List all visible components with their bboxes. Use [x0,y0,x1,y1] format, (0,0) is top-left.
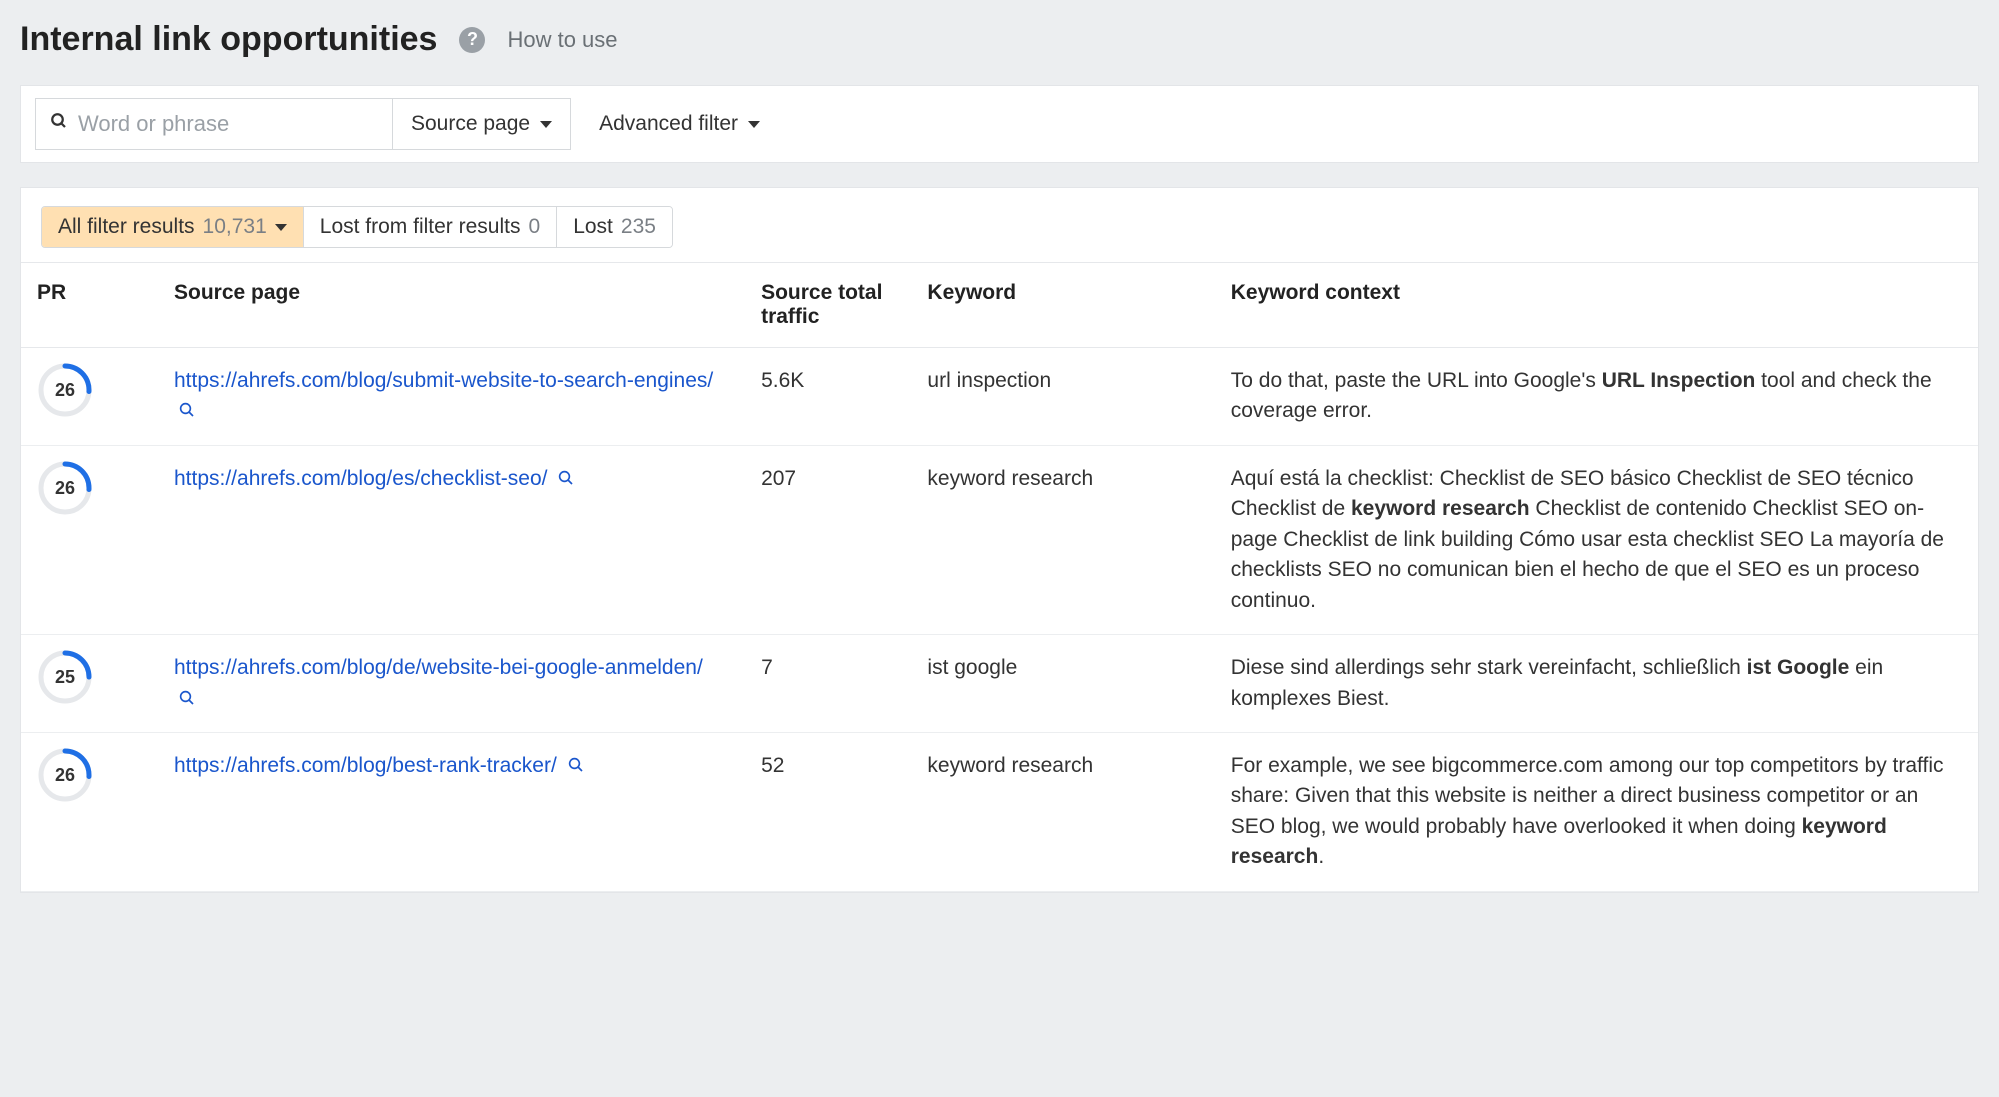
results-panel: All filter results 10,731 Lost from filt… [20,187,1979,893]
source-page-link[interactable]: https://ahrefs.com/blog/es/checklist-seo… [174,467,548,490]
pr-value: 26 [37,362,93,418]
col-traffic[interactable]: Source total traffic [745,263,911,348]
col-source-page[interactable]: Source page [158,263,745,348]
pr-gauge: 26 [37,460,93,516]
keyword-value: keyword research [911,732,1214,891]
results-table: PR Source page Source total traffic Keyw… [21,262,1978,892]
table-row: 25 https://ahrefs.com/blog/de/website-be… [21,635,1978,733]
filter-bar: Source page Advanced filter [20,85,1979,163]
search-source-group: Source page [35,98,571,150]
advanced-filter-dropdown[interactable]: Advanced filter [599,112,760,136]
source-page-dropdown[interactable]: Source page [392,99,570,149]
keyword-value: url inspection [911,348,1214,446]
tab-count: 235 [621,215,656,239]
traffic-value: 207 [745,445,911,634]
source-page-link[interactable]: https://ahrefs.com/blog/best-rank-tracke… [174,754,557,777]
col-pr[interactable]: PR [21,263,158,348]
col-keyword-context[interactable]: Keyword context [1215,263,1978,348]
pr-gauge: 25 [37,649,93,705]
keyword-value: ist google [911,635,1214,733]
page-title: Internal link opportunities [20,20,437,59]
magnifier-icon[interactable] [178,401,196,419]
table-row: 26 https://ahrefs.com/blog/submit-websit… [21,348,1978,446]
tab-label: All filter results [58,215,195,239]
source-page-label: Source page [411,112,530,136]
tab-count: 0 [529,215,541,239]
how-to-use-link[interactable]: How to use [507,27,617,53]
table-row: 26 https://ahrefs.com/blog/best-rank-tra… [21,732,1978,891]
table-row: 26 https://ahrefs.com/blog/es/checklist-… [21,445,1978,634]
keyword-value: keyword research [911,445,1214,634]
tab-label: Lost from filter results [320,215,521,239]
pr-value: 26 [37,460,93,516]
result-tabs: All filter results 10,731 Lost from filt… [21,188,1978,262]
keyword-context: Diese sind allerdings sehr stark vereinf… [1215,635,1978,733]
search-icon [50,112,68,136]
pr-value: 26 [37,747,93,803]
tab-all-filter-results[interactable]: All filter results 10,731 [42,207,304,247]
advanced-filter-label: Advanced filter [599,112,738,136]
keyword-context: For example, we see bigcommerce.com amon… [1215,732,1978,891]
chevron-down-icon [275,224,287,231]
keyword-context: To do that, paste the URL into Google's … [1215,348,1978,446]
magnifier-icon[interactable] [557,469,575,487]
chevron-down-icon [748,121,760,128]
search-input[interactable] [78,111,378,137]
tab-lost-from-filter[interactable]: Lost from filter results 0 [304,207,557,247]
tab-count: 10,731 [203,215,267,239]
magnifier-icon[interactable] [567,756,585,774]
traffic-value: 7 [745,635,911,733]
search-box[interactable] [36,99,392,149]
source-page-link[interactable]: https://ahrefs.com/blog/de/website-bei-g… [174,656,703,679]
keyword-context: Aquí está la checklist: Checklist de SEO… [1215,445,1978,634]
pr-gauge: 26 [37,747,93,803]
help-icon[interactable]: ? [459,27,485,53]
traffic-value: 52 [745,732,911,891]
traffic-value: 5.6K [745,348,911,446]
col-keyword[interactable]: Keyword [911,263,1214,348]
tab-lost[interactable]: Lost 235 [557,207,672,247]
tab-label: Lost [573,215,613,239]
magnifier-icon[interactable] [178,689,196,707]
pr-value: 25 [37,649,93,705]
chevron-down-icon [540,121,552,128]
source-page-link[interactable]: https://ahrefs.com/blog/submit-website-t… [174,369,713,392]
pr-gauge: 26 [37,362,93,418]
